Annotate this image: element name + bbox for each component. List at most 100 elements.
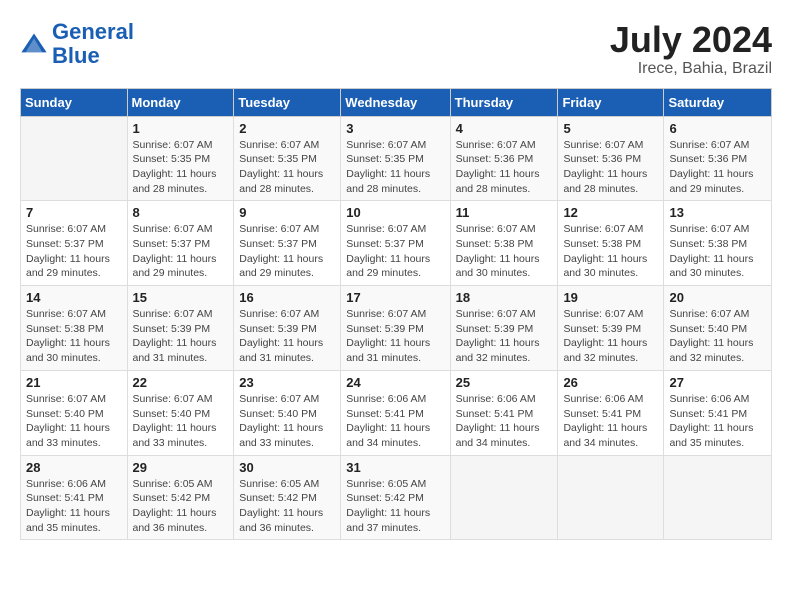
day-info: Sunrise: 6:07 AM Sunset: 5:40 PM Dayligh…	[26, 392, 122, 451]
day-number: 6	[669, 121, 766, 136]
day-info: Sunrise: 6:06 AM Sunset: 5:41 PM Dayligh…	[346, 392, 444, 451]
day-cell: 7 Sunrise: 6:07 AM Sunset: 5:37 PM Daylig…	[21, 201, 128, 286]
day-info: Sunrise: 6:07 AM Sunset: 5:36 PM Dayligh…	[456, 138, 553, 197]
location: Irece, Bahia, Brazil	[610, 60, 772, 78]
day-cell: 2Sunrise: 6:07 AM Sunset: 5:35 PM Daylig…	[234, 116, 341, 201]
day-info: Sunrise: 6:07 AM Sunset: 5:36 PM Dayligh…	[669, 138, 766, 197]
day-info: Sunrise: 6:07 AM Sunset: 5:39 PM Dayligh…	[133, 307, 229, 366]
day-number: 20	[669, 290, 766, 305]
day-number: 11	[456, 205, 553, 220]
day-info: Sunrise: 6:07 AM Sunset: 5:35 PM Dayligh…	[346, 138, 444, 197]
day-cell: 26 Sunrise: 6:06 AM Sunset: 5:41 PM Dayli…	[558, 370, 664, 455]
day-cell: 24 Sunrise: 6:06 AM Sunset: 5:41 PM Dayli…	[341, 370, 450, 455]
day-cell: 15 Sunrise: 6:07 AM Sunset: 5:39 PM Dayli…	[127, 286, 234, 371]
day-cell: 12 Sunrise: 6:07 AM Sunset: 5:38 PM Dayli…	[558, 201, 664, 286]
week-row-1: 1 Sunrise: 6:07 AM Sunset: 5:35 PM Daylig…	[21, 116, 772, 201]
day-number: 9	[239, 205, 335, 220]
day-cell: 4 Sunrise: 6:07 AM Sunset: 5:36 PM Daylig…	[450, 116, 558, 201]
day-cell	[664, 455, 772, 540]
day-info: Sunrise: 6:07 AM Sunset: 5:37 PM Dayligh…	[346, 222, 444, 281]
day-info: Sunrise: 6:07 AM Sunset: 5:37 PM Dayligh…	[239, 222, 335, 281]
day-number: 21	[26, 375, 122, 390]
day-cell: 16 Sunrise: 6:07 AM Sunset: 5:39 PM Dayli…	[234, 286, 341, 371]
day-number: 25	[456, 375, 553, 390]
day-number: 18	[456, 290, 553, 305]
day-cell: 17 Sunrise: 6:07 AM Sunset: 5:39 PM Dayli…	[341, 286, 450, 371]
day-info: Sunrise: 6:07 AM Sunset: 5:39 PM Dayligh…	[239, 307, 335, 366]
day-info: Sunrise: 6:07 AM Sunset: 5:37 PM Dayligh…	[26, 222, 122, 281]
day-info: Sunrise: 6:06 AM Sunset: 5:41 PM Dayligh…	[26, 477, 122, 536]
day-cell: 21 Sunrise: 6:07 AM Sunset: 5:40 PM Dayli…	[21, 370, 128, 455]
day-info: Sunrise: 6:05 AM Sunset: 5:42 PM Dayligh…	[133, 477, 229, 536]
day-info: Sunrise: 6:07 AM Sunset: 5:36 PM Dayligh…	[563, 138, 658, 197]
week-row-4: 21 Sunrise: 6:07 AM Sunset: 5:40 PM Dayli…	[21, 370, 772, 455]
header-wednesday: Wednesday	[341, 88, 450, 116]
header-friday: Friday	[558, 88, 664, 116]
header-thursday: Thursday	[450, 88, 558, 116]
day-number: 27	[669, 375, 766, 390]
day-cell: 27Sunrise: 6:06 AM Sunset: 5:41 PM Dayli…	[664, 370, 772, 455]
day-number: 19	[563, 290, 658, 305]
month-title: July 2024	[610, 20, 772, 60]
day-info: Sunrise: 6:07 AM Sunset: 5:39 PM Dayligh…	[346, 307, 444, 366]
day-number: 7	[26, 205, 122, 220]
day-info: Sunrise: 6:07 AM Sunset: 5:39 PM Dayligh…	[563, 307, 658, 366]
day-info: Sunrise: 6:07 AM Sunset: 5:35 PM Dayligh…	[133, 138, 229, 197]
week-row-2: 7 Sunrise: 6:07 AM Sunset: 5:37 PM Daylig…	[21, 201, 772, 286]
day-number: 12	[563, 205, 658, 220]
logo-icon	[20, 30, 48, 58]
day-cell: 22Sunrise: 6:07 AM Sunset: 5:40 PM Dayli…	[127, 370, 234, 455]
day-cell: 3 Sunrise: 6:07 AM Sunset: 5:35 PM Daylig…	[341, 116, 450, 201]
day-info: Sunrise: 6:07 AM Sunset: 5:38 PM Dayligh…	[563, 222, 658, 281]
day-number: 26	[563, 375, 658, 390]
day-cell: 1 Sunrise: 6:07 AM Sunset: 5:35 PM Daylig…	[127, 116, 234, 201]
day-cell: 8Sunrise: 6:07 AM Sunset: 5:37 PM Daylig…	[127, 201, 234, 286]
day-cell: 25 Sunrise: 6:06 AM Sunset: 5:41 PM Dayli…	[450, 370, 558, 455]
day-cell: 18 Sunrise: 6:07 AM Sunset: 5:39 PM Dayli…	[450, 286, 558, 371]
day-number: 3	[346, 121, 444, 136]
day-number: 31	[346, 460, 444, 475]
day-number: 13	[669, 205, 766, 220]
week-row-3: 14Sunrise: 6:07 AM Sunset: 5:38 PM Dayli…	[21, 286, 772, 371]
day-cell	[558, 455, 664, 540]
day-number: 29	[133, 460, 229, 475]
day-number: 17	[346, 290, 444, 305]
day-cell: 10 Sunrise: 6:07 AM Sunset: 5:37 PM Dayli…	[341, 201, 450, 286]
calendar-header: Sunday Monday Tuesday Wednesday Thursday…	[21, 88, 772, 116]
day-number: 8	[133, 205, 229, 220]
day-info: Sunrise: 6:07 AM Sunset: 5:40 PM Dayligh…	[669, 307, 766, 366]
day-info: Sunrise: 6:05 AM Sunset: 5:42 PM Dayligh…	[346, 477, 444, 536]
day-number: 1	[133, 121, 229, 136]
day-cell: 20 Sunrise: 6:07 AM Sunset: 5:40 PM Dayli…	[664, 286, 772, 371]
day-number: 28	[26, 460, 122, 475]
day-cell: 23 Sunrise: 6:07 AM Sunset: 5:40 PM Dayli…	[234, 370, 341, 455]
header-saturday: Saturday	[664, 88, 772, 116]
day-number: 30	[239, 460, 335, 475]
day-info: Sunrise: 6:06 AM Sunset: 5:41 PM Dayligh…	[456, 392, 553, 451]
day-number: 5	[563, 121, 658, 136]
day-number: 16	[239, 290, 335, 305]
day-cell: 11 Sunrise: 6:07 AM Sunset: 5:38 PM Dayli…	[450, 201, 558, 286]
day-cell: 9 Sunrise: 6:07 AM Sunset: 5:37 PM Daylig…	[234, 201, 341, 286]
day-info: Sunrise: 6:07 AM Sunset: 5:40 PM Dayligh…	[239, 392, 335, 451]
day-cell: 30 Sunrise: 6:05 AM Sunset: 5:42 PM Dayli…	[234, 455, 341, 540]
day-info: Sunrise: 6:07 AM Sunset: 5:35 PM Dayligh…	[239, 138, 335, 197]
day-cell: 5 Sunrise: 6:07 AM Sunset: 5:36 PM Daylig…	[558, 116, 664, 201]
day-cell: 6 Sunrise: 6:07 AM Sunset: 5:36 PM Daylig…	[664, 116, 772, 201]
day-number: 15	[133, 290, 229, 305]
day-info: Sunrise: 6:06 AM Sunset: 5:41 PM Dayligh…	[563, 392, 658, 451]
day-cell	[21, 116, 128, 201]
day-number: 4	[456, 121, 553, 136]
calendar-table: Sunday Monday Tuesday Wednesday Thursday…	[20, 88, 772, 541]
day-number: 24	[346, 375, 444, 390]
day-cell: 29 Sunrise: 6:05 AM Sunset: 5:42 PM Dayli…	[127, 455, 234, 540]
day-number: 23	[239, 375, 335, 390]
header-monday: Monday	[127, 88, 234, 116]
day-cell: 19 Sunrise: 6:07 AM Sunset: 5:39 PM Dayli…	[558, 286, 664, 371]
day-number: 10	[346, 205, 444, 220]
day-info: Sunrise: 6:07 AM Sunset: 5:39 PM Dayligh…	[456, 307, 553, 366]
day-info: Sunrise: 6:07 AM Sunset: 5:38 PM Dayligh…	[456, 222, 553, 281]
day-info: Sunrise: 6:05 AM Sunset: 5:42 PM Dayligh…	[239, 477, 335, 536]
header-tuesday: Tuesday	[234, 88, 341, 116]
header-sunday: Sunday	[21, 88, 128, 116]
